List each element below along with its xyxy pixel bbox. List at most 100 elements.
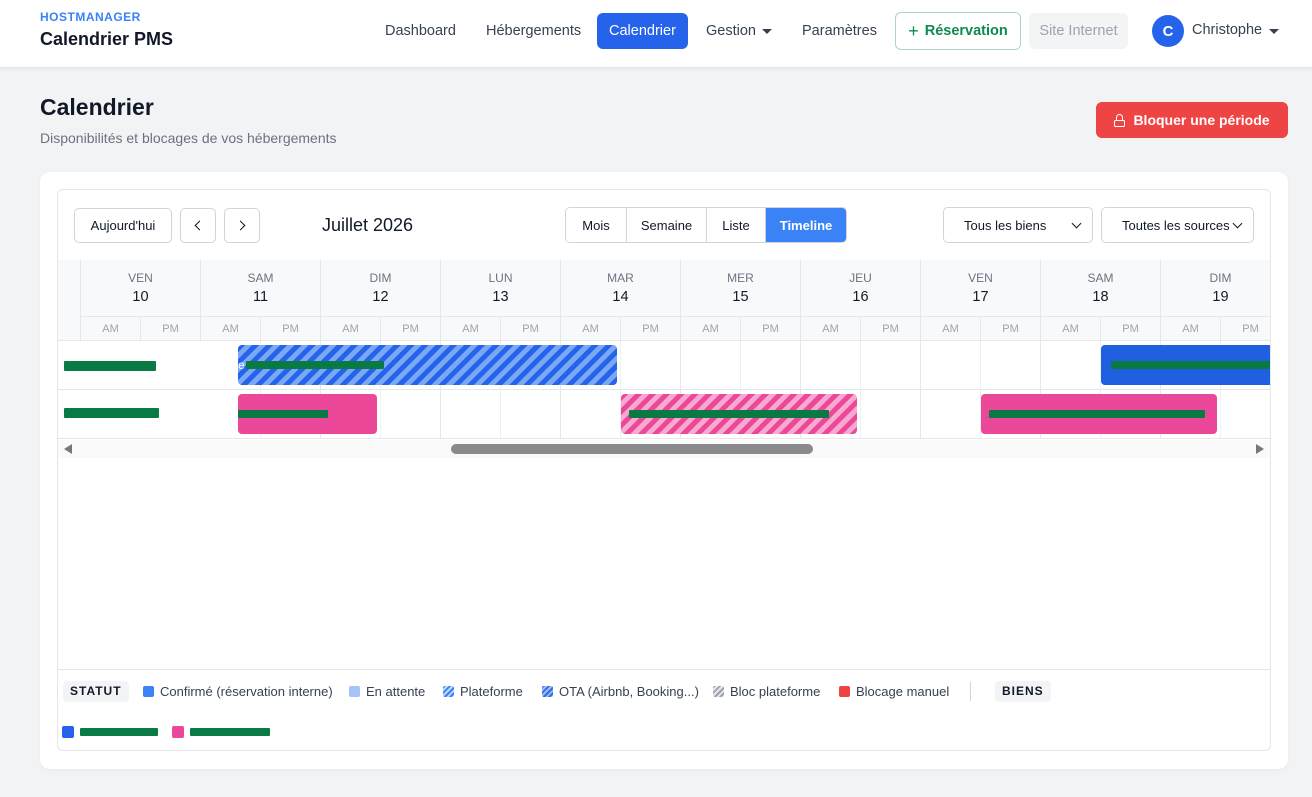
row-divider (58, 389, 1270, 390)
day-name: SAM (247, 271, 274, 285)
day-header: SAM 11 (200, 260, 320, 316)
half-day-label: AM (80, 316, 140, 340)
page-title: Calendrier (40, 94, 154, 120)
user-name[interactable]: Christophe (1192, 22, 1262, 38)
view-switcher: Mois Semaine Liste Timeline (565, 207, 847, 243)
day-name: DIM (369, 271, 392, 285)
day-number: 11 (252, 289, 269, 305)
half-day-label: PM (740, 316, 800, 340)
app-title: Calendrier PMS (40, 29, 174, 49)
day-header: SAM 18 (1040, 260, 1160, 316)
half-day-label: PM (1220, 316, 1270, 340)
half-day-label: AM (440, 316, 500, 340)
legend-item-confirmed: Confirmé (réservation interne) (143, 684, 333, 699)
swatch-bien (172, 726, 184, 738)
half-day-label: AM (200, 316, 260, 340)
day-header: VEN 10 (80, 260, 200, 316)
property-filter[interactable]: Tous les biens (943, 207, 1093, 243)
redacted-property-name (64, 361, 156, 371)
day-header: MAR 14 (560, 260, 680, 316)
chevron-down-icon[interactable] (1269, 29, 1279, 34)
swatch-confirmed (143, 685, 154, 697)
view-timeline[interactable]: Timeline (766, 208, 846, 242)
chevron-left-icon (194, 220, 205, 231)
day-name: VEN (128, 271, 153, 285)
swatch-manual-block (839, 685, 850, 697)
redacted-booking-name (246, 361, 384, 369)
scroll-right-icon[interactable] (1256, 444, 1264, 454)
row-divider (58, 340, 1270, 341)
booking-event[interactable] (621, 394, 857, 434)
day-header: VEN 17 (920, 260, 1040, 316)
half-day-label: PM (380, 316, 440, 340)
chevron-down-icon (1071, 218, 1082, 229)
half-day-label: AM (680, 316, 740, 340)
day-header: DIM 12 (320, 260, 440, 316)
day-name: SAM (1087, 271, 1114, 285)
nav-hebergements[interactable]: Hébergements (474, 13, 593, 49)
today-button[interactable]: Aujourd'hui (74, 208, 172, 243)
legend-divider (58, 669, 1270, 670)
nav-parametres[interactable]: Paramètres (790, 13, 889, 49)
view-month[interactable]: Mois (566, 208, 627, 242)
half-day-label: AM (560, 316, 620, 340)
half-day-label: PM (860, 316, 920, 340)
day-header: DIM 19 (1160, 260, 1270, 316)
day-name: MAR (607, 271, 634, 285)
nav-gestion[interactable]: Gestion (694, 13, 784, 49)
chevron-down-icon (761, 28, 772, 34)
nav-dashboard[interactable]: Dashboard (373, 13, 468, 49)
day-number: 15 (732, 289, 749, 305)
legend-item-manual-block: Blocage manuel (839, 684, 949, 699)
redacted-booking-name (1111, 361, 1270, 369)
half-day-label: AM (1160, 316, 1220, 340)
day-number: 17 (972, 289, 989, 305)
half-day-label: PM (260, 316, 320, 340)
property-row-label (58, 341, 238, 389)
day-name: MER (727, 271, 754, 285)
booking-event[interactable] (238, 394, 377, 434)
legend-item-platform: Plateforme (443, 684, 523, 699)
swatch-platform (443, 685, 454, 697)
scrollbar-thumb[interactable] (451, 444, 813, 454)
booking-event[interactable]: e (238, 345, 617, 385)
day-header: MER 15 (680, 260, 800, 316)
half-day-label: AM (800, 316, 860, 340)
day-header: JEU 16 (800, 260, 920, 316)
row-divider (58, 438, 1270, 439)
avatar[interactable]: C (1152, 15, 1184, 47)
legend-statut-tag: STATUT (63, 681, 129, 702)
booking-event[interactable] (1101, 345, 1270, 385)
top-navbar: HOSTMANAGER Calendrier PMS Dashboard Héb… (0, 0, 1312, 68)
day-number: 19 (1212, 289, 1229, 305)
legend-separator (970, 682, 971, 701)
view-list[interactable]: Liste (707, 208, 766, 242)
half-day-label: PM (500, 316, 560, 340)
half-day-label: AM (320, 316, 380, 340)
day-number: 14 (612, 289, 629, 305)
booking-event[interactable] (981, 394, 1217, 434)
brand-name: HOSTMANAGER (40, 10, 141, 24)
block-period-button[interactable]: Bloquer une période (1096, 102, 1288, 138)
swatch-bien (62, 726, 74, 738)
half-day-label: PM (1100, 316, 1160, 340)
prev-button[interactable] (180, 208, 216, 243)
scroll-left-icon[interactable] (64, 444, 72, 454)
new-reservation-button[interactable]: + Réservation (895, 12, 1021, 50)
day-number: 12 (372, 289, 389, 305)
half-day-label: AM (1040, 316, 1100, 340)
nav-calendrier[interactable]: Calendrier (597, 13, 688, 49)
source-filter[interactable]: Toutes les sources (1101, 207, 1254, 243)
day-name: LUN (488, 271, 513, 285)
month-title: Juillet 2026 (322, 215, 414, 235)
website-button[interactable]: Site Internet (1029, 13, 1128, 49)
day-number: 18 (1092, 289, 1109, 305)
day-header: LUN 13 (440, 260, 560, 316)
swatch-ota (542, 685, 553, 697)
horizontal-scrollbar[interactable] (58, 440, 1270, 458)
chevron-right-icon (235, 220, 246, 231)
half-day-label: PM (140, 316, 200, 340)
next-button[interactable] (224, 208, 260, 243)
view-week[interactable]: Semaine (627, 208, 707, 242)
booking-label: e (238, 358, 245, 372)
